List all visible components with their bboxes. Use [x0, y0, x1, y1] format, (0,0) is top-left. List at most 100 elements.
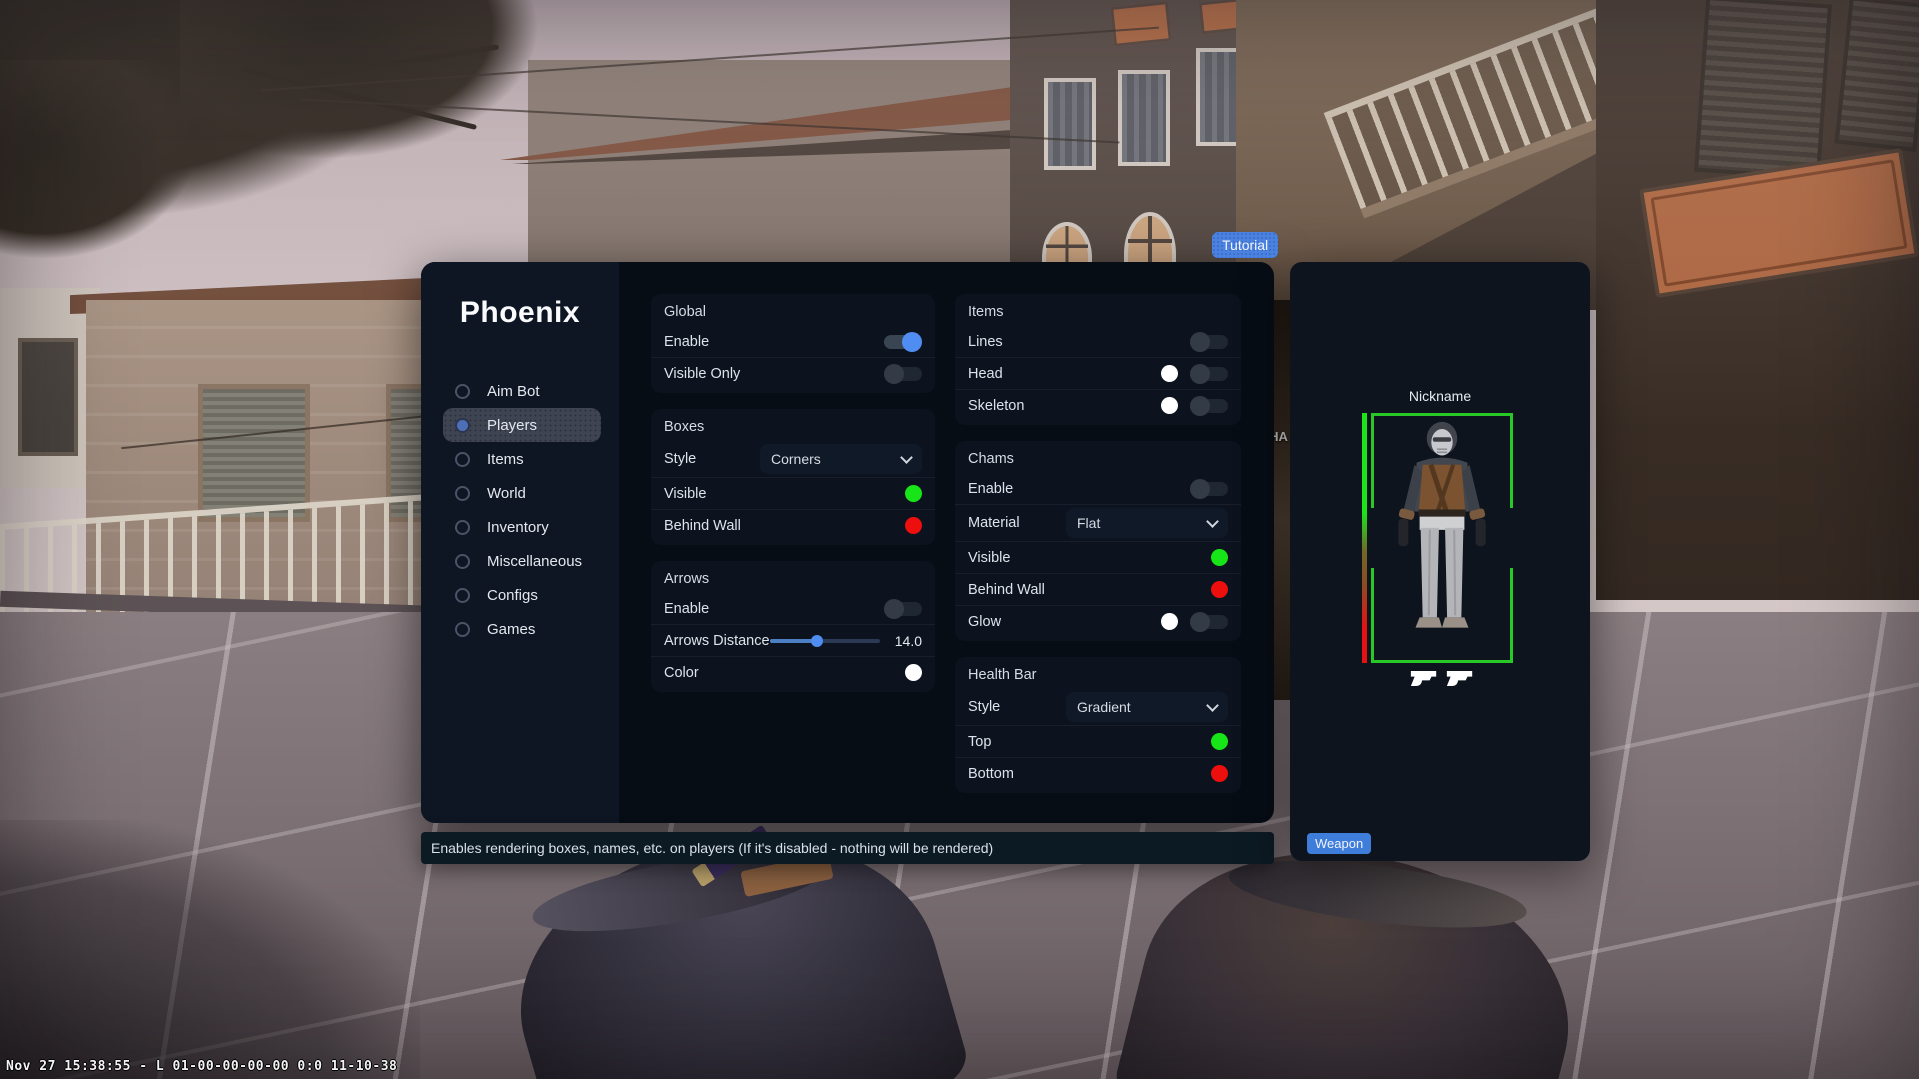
health-bar-style-dropdown[interactable]: Gradient: [1066, 692, 1228, 722]
health-bar-top-color-swatch[interactable]: [1211, 733, 1228, 750]
row-visible-only: Visible Only: [664, 358, 922, 389]
row-top: Top: [968, 726, 1228, 757]
status-bar-text: Enables rendering boxes, names, etc. on …: [431, 840, 993, 856]
radio-icon: [455, 452, 470, 467]
row-label: Visible Only: [664, 366, 740, 382]
pistol-icon: [1445, 668, 1475, 687]
row-head: Head: [968, 358, 1228, 389]
boxes-visible-color-swatch[interactable]: [905, 485, 922, 502]
row-label: Behind Wall: [664, 518, 741, 534]
sidebar-item-inventory[interactable]: Inventory: [443, 510, 601, 544]
items-head-color-swatch[interactable]: [1161, 365, 1178, 382]
row-label: Top: [968, 734, 991, 750]
section-chams: ChamsEnableMaterialFlatVisibleBehind Wal…: [955, 441, 1241, 641]
sidebar-item-games[interactable]: Games: [443, 612, 601, 646]
items-lines-toggle[interactable]: [1190, 335, 1228, 349]
slider-fill: [770, 639, 817, 643]
sidebar: Phoenix Aim BotPlayersItemsWorldInventor…: [421, 262, 619, 823]
row-controls: [905, 664, 922, 681]
row-label: Visible: [664, 486, 706, 502]
radio-icon: [455, 588, 470, 603]
row-controls: [905, 485, 922, 502]
window-bars: [1128, 216, 1172, 268]
preview-health-bar: [1362, 413, 1367, 663]
items-skeleton-color-swatch[interactable]: [1161, 397, 1178, 414]
section-boxes: BoxesStyleCornersVisibleBehind Wall: [651, 409, 935, 545]
items-skeleton-toggle[interactable]: [1190, 399, 1228, 413]
row-controls: [905, 517, 922, 534]
row-lines: Lines: [968, 326, 1228, 357]
boxes-style-dropdown[interactable]: Corners: [760, 444, 922, 474]
row-controls: [1211, 549, 1228, 566]
tree-silhouette: [180, 0, 540, 160]
weapon-button[interactable]: Weapon: [1307, 833, 1371, 854]
row-label: Enable: [968, 481, 1013, 497]
console-timestamp-text: Nov 27 15:38:55 - L 01-00-00-00-00 0:0 1…: [6, 1059, 397, 1074]
curtain: [1200, 52, 1240, 142]
row-style: Style Gradient: [968, 689, 1228, 725]
sidebar-item-items[interactable]: Items: [443, 442, 601, 476]
sidebar-item-miscellaneous[interactable]: Miscellaneous: [443, 544, 601, 578]
toggle-knob-icon: [1190, 332, 1210, 352]
boxes-behind-wall-color-swatch[interactable]: [905, 517, 922, 534]
shadow-corner: [0, 820, 420, 1079]
global-visible-only-toggle[interactable]: [884, 367, 922, 381]
esp-box-line: [1510, 413, 1513, 508]
dropdown-value: Gradient: [1077, 699, 1131, 715]
row-label: Style: [664, 451, 696, 467]
sidebar-item-label: Configs: [487, 587, 538, 604]
sidebar-item-configs[interactable]: Configs: [443, 578, 601, 612]
arrows-arrows-distance-slider[interactable]: [770, 639, 880, 643]
chevron-down-icon: [1206, 699, 1219, 712]
row-label: Lines: [968, 334, 1003, 350]
toggle-knob-icon: [884, 364, 904, 384]
chams-visible-color-swatch[interactable]: [1211, 549, 1228, 566]
chevron-down-icon: [900, 451, 913, 464]
arrows-enable-toggle[interactable]: [884, 602, 922, 616]
dropdown-value: Corners: [771, 451, 821, 467]
row-label: Style: [968, 699, 1000, 715]
items-head-toggle[interactable]: [1190, 367, 1228, 381]
sidebar-item-label: Players: [487, 417, 537, 434]
row-material: MaterialFlat: [968, 505, 1228, 541]
row-controls: Gradient: [1066, 692, 1228, 722]
sidebar-item-world[interactable]: World: [443, 476, 601, 510]
row-label: Enable: [664, 334, 709, 350]
row-controls: [884, 335, 922, 349]
dropdown-value: Flat: [1077, 515, 1100, 531]
sidebar-item-label: Items: [487, 451, 524, 468]
row-controls: [1211, 765, 1228, 782]
row-enable: Enable: [664, 326, 922, 357]
arrows-color-color-swatch[interactable]: [905, 664, 922, 681]
slider-knob[interactable]: [811, 635, 823, 647]
tutorial-button[interactable]: Tutorial: [1212, 232, 1278, 258]
health-bar-bottom-color-swatch[interactable]: [1211, 765, 1228, 782]
chams-glow-color-swatch[interactable]: [1161, 613, 1178, 630]
global-enable-toggle[interactable]: [884, 335, 922, 349]
chams-material-dropdown[interactable]: Flat: [1066, 508, 1228, 538]
sidebar-nav: Aim Bot Players Items WorldInventoryMiscell…: [421, 374, 619, 646]
flower-planter: [1110, 1, 1172, 47]
chevron-down-icon: [1206, 515, 1219, 528]
settings-column-right: ItemsLinesHeadSkeletonChamsEnableMateria…: [955, 294, 1241, 823]
row-enable: Enable: [664, 593, 922, 624]
radio-icon: [455, 418, 470, 433]
dark-shutter: [1694, 0, 1832, 180]
row-controls: Flat: [1066, 508, 1228, 538]
menu-panel: Phoenix Aim BotPlayersItemsWorldInventor…: [421, 262, 1274, 823]
toggle-knob-icon: [1190, 364, 1210, 384]
chams-glow-toggle[interactable]: [1190, 615, 1228, 629]
curtain: [1122, 74, 1166, 162]
row-controls: [1190, 482, 1228, 496]
radio-icon: [455, 622, 470, 637]
sidebar-item-aim-bot[interactable]: Aim Bot: [443, 374, 601, 408]
weapon-icons-row: [1371, 668, 1513, 687]
sidebar-item-players[interactable]: Players: [443, 408, 601, 442]
chams-behind-wall-color-swatch[interactable]: [1211, 581, 1228, 598]
chams-enable-toggle[interactable]: [1190, 482, 1228, 496]
row-controls: [884, 602, 922, 616]
row-bottom: Bottom: [968, 758, 1228, 789]
section-health-bar: Health BarStyleGradientTopBottom: [955, 657, 1241, 793]
building-far-left: [0, 288, 100, 488]
preview-nickname-label: Nickname: [1290, 388, 1590, 404]
